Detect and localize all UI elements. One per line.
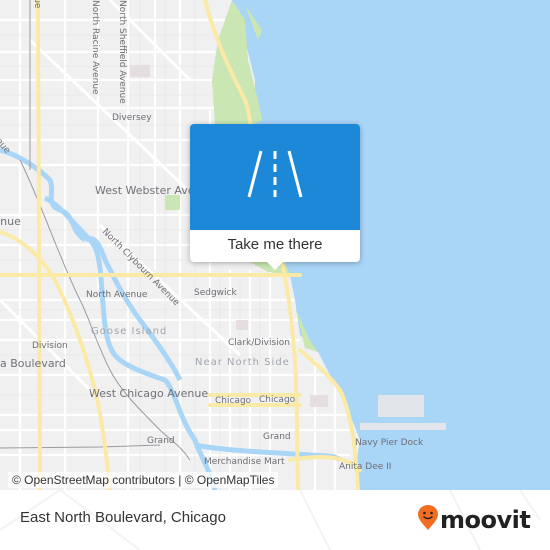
- grand-label-2: Grand: [263, 432, 291, 442]
- anita-dee-label: Anita Dee II: [339, 462, 392, 472]
- goose-island-label: Goose Island: [91, 326, 168, 337]
- popup-header: [190, 124, 360, 230]
- west-chicago-label: West Chicago Avenue: [89, 387, 209, 400]
- popup-pointer: [267, 262, 283, 270]
- chicago-label-1: Chicago: [215, 396, 252, 406]
- map-attribution[interactable]: © OpenStreetMap contributors | © OpenMap…: [8, 472, 279, 488]
- road-icon: [245, 149, 305, 205]
- diversey-label: Diversey: [112, 113, 152, 123]
- moovit-wordmark: moovit: [440, 506, 531, 534]
- moovit-pin-icon: [418, 505, 438, 535]
- location-popup[interactable]: Take me there: [190, 124, 360, 270]
- navy-pier-dock-label: Navy Pier Dock: [355, 438, 424, 448]
- merchandise-mart-label: Merchandise Mart: [204, 457, 285, 467]
- location-title: East North Boulevard, Chicago: [20, 509, 226, 526]
- boulevard-left-label: a Boulevard: [0, 357, 66, 370]
- top-left-avenue-label: Avenue: [32, 0, 42, 8]
- moovit-logo[interactable]: moovit: [418, 505, 531, 535]
- division-label: Division: [32, 341, 68, 351]
- grand-label-1: Grand: [147, 436, 175, 446]
- avenue-left-label: Avenue: [0, 215, 21, 228]
- clark-division-label: Clark/Division: [228, 338, 290, 348]
- take-me-there-button[interactable]: Take me there: [190, 230, 360, 262]
- north-racine-label: North Racine Avenue: [90, 0, 100, 95]
- north-sheffield-label: North Sheffield Avenue: [117, 0, 127, 104]
- chicago-label-2: Chicago: [259, 395, 296, 405]
- sedgwick-label: Sedgwick: [194, 288, 237, 298]
- north-avenue-label: North Avenue: [86, 290, 148, 300]
- near-north-side-label: Near North Side: [195, 357, 290, 368]
